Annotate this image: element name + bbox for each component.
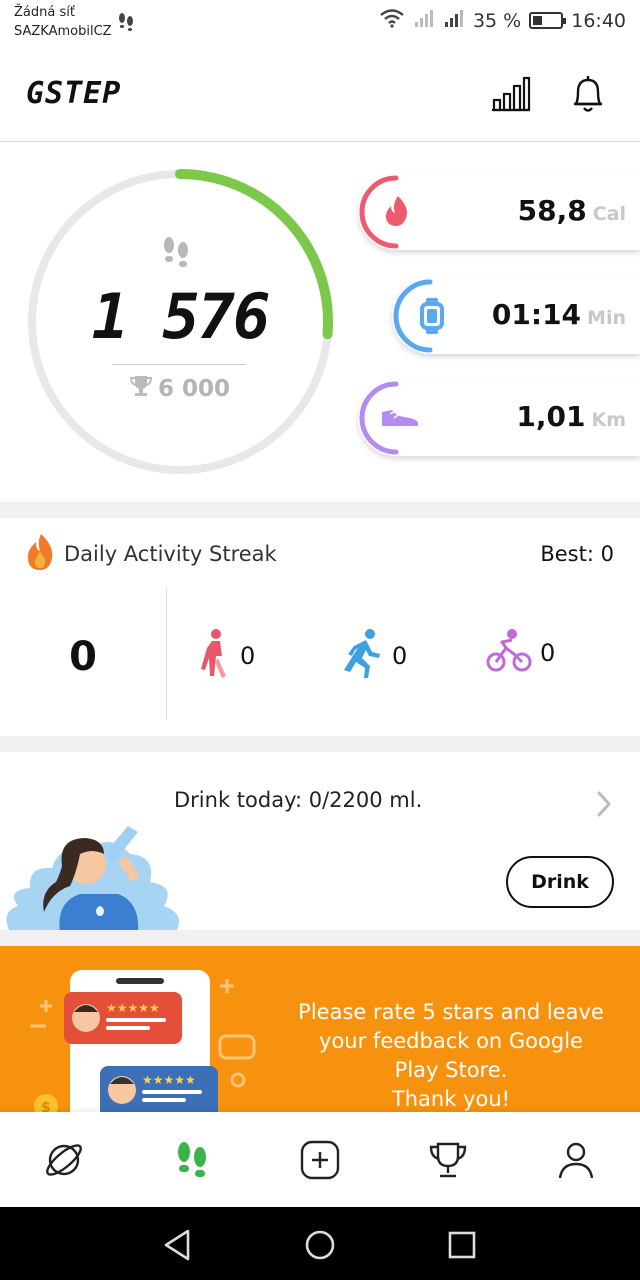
- steps-card: 1 576 6 000 58,8 Cal 01:14 Min 1,01 Km: [0, 142, 640, 502]
- step-goal-value: 6 000: [157, 376, 231, 402]
- footsteps-status-icon: [118, 12, 134, 36]
- clock: 16:40: [571, 9, 626, 32]
- cycling-icon: [486, 628, 532, 678]
- cycling-streak: 0: [486, 628, 555, 678]
- battery-percent: 35 %: [472, 9, 522, 32]
- duration-unit: Min: [587, 307, 626, 329]
- step-divider: [112, 364, 246, 365]
- streak-card[interactable]: Daily Activity Streak Best: 0 0 0 0 0: [0, 518, 640, 736]
- running-streak: 0: [340, 628, 407, 684]
- streak-best-label: Best: [540, 542, 587, 566]
- distance-ring: [359, 381, 418, 455]
- app-logo: GSTEP: [26, 76, 122, 111]
- rate-app-line-2: your feedback on Google: [319, 1029, 583, 1053]
- distance-metric[interactable]: 1,01 Km: [358, 380, 640, 456]
- streak-flame-icon: [24, 532, 56, 576]
- duration-ring: [393, 279, 444, 353]
- recents-icon[interactable]: [442, 1225, 482, 1265]
- signal-off-icon: [413, 8, 435, 33]
- streak-title: Daily Activity Streak: [64, 542, 277, 566]
- trophy-icon: [129, 374, 152, 404]
- add-icon[interactable]: [298, 1138, 342, 1182]
- streak-divider: [166, 588, 167, 720]
- step-goal: 6 000: [20, 374, 340, 404]
- drinking-girl-illustration: [6, 826, 179, 930]
- drink-button[interactable]: Drink: [506, 856, 614, 908]
- walking-icon: [198, 628, 232, 684]
- explore-icon[interactable]: [42, 1138, 86, 1182]
- bottom-nav: [0, 1112, 640, 1207]
- rate-app-line-4: Thank you!: [391, 1087, 511, 1111]
- battery-level: [533, 16, 543, 25]
- streak-current: 0: [69, 634, 97, 680]
- network-status: Žádná síť: [14, 5, 75, 20]
- app-screen: Žádná síť SAZKAmobilCZ 35 % 16:40 GSTEP: [0, 0, 640, 1280]
- shoe-icon: [382, 410, 418, 426]
- steps-icon[interactable]: [170, 1138, 214, 1182]
- status-bar: Žádná síť SAZKAmobilCZ 35 % 16:40: [0, 0, 640, 46]
- calories-value: 58,8: [517, 194, 587, 227]
- walking-streak: 0: [198, 628, 255, 684]
- calories-unit: Cal: [592, 203, 626, 225]
- carrier-info: Žádná síť SAZKAmobilCZ: [14, 3, 112, 41]
- rate-app-line-1: Please rate 5 stars and leave: [298, 1000, 604, 1024]
- flame-icon: [385, 196, 407, 226]
- running-count: 0: [392, 642, 408, 670]
- profile-icon[interactable]: [554, 1138, 598, 1182]
- drink-label: Drink today: [174, 788, 295, 812]
- svg-text:$: $: [41, 1100, 51, 1112]
- streak-best: Best: 0: [540, 542, 614, 566]
- duration-metric[interactable]: 01:14 Min: [392, 278, 640, 354]
- streak-best-value: 0: [600, 542, 614, 566]
- distance-value-line: 1,01 Km: [516, 400, 640, 433]
- watch-icon: [420, 298, 444, 334]
- wifi-icon: [379, 8, 405, 33]
- cycling-count: 0: [540, 639, 556, 667]
- calories-metric[interactable]: 58,8 Cal: [358, 174, 640, 250]
- rate-app-line-3: Play Store.: [394, 1058, 508, 1082]
- rate-app-text: Please rate 5 stars and leave your feedb…: [268, 998, 634, 1112]
- duration-value: 01:14: [491, 298, 582, 331]
- distance-unit: Km: [591, 409, 626, 431]
- calories-value-line: 58,8 Cal: [518, 194, 640, 227]
- bar-chart-icon[interactable]: [488, 72, 532, 116]
- home-icon[interactable]: [300, 1225, 340, 1265]
- system-nav-bar: [0, 1207, 640, 1280]
- status-right: 35 % 16:40: [379, 8, 626, 33]
- rate-app-banner[interactable]: ★★★★★ ★★★★★ $ Please rate 5 stars and le…: [0, 946, 640, 1112]
- chevron-right-icon[interactable]: [596, 790, 612, 822]
- reviews-illustration: ★★★★★ ★★★★★ $: [30, 970, 256, 1112]
- trophy-icon[interactable]: [426, 1138, 470, 1182]
- drink-today-text: Drink today: 0/2200 ml.: [174, 788, 423, 812]
- duration-value-line: 01:14 Min: [492, 298, 640, 331]
- battery-icon: [529, 12, 567, 29]
- walking-count: 0: [240, 642, 256, 670]
- distance-value: 1,01: [516, 400, 586, 433]
- svg-text:★★★★★: ★★★★★: [142, 1073, 196, 1087]
- back-icon[interactable]: [158, 1225, 198, 1265]
- step-count: 1 576: [91, 280, 271, 353]
- carrier-name: SAZKAmobilCZ: [14, 24, 112, 39]
- app-header: GSTEP: [0, 46, 640, 142]
- footsteps-icon: [160, 236, 192, 276]
- drink-card[interactable]: Drink today: 0/2200 ml. Drink: [0, 752, 640, 930]
- calories-ring: [359, 175, 407, 249]
- drink-amount: 0/2200 ml.: [308, 788, 423, 812]
- signal-icon: [443, 8, 465, 33]
- svg-text:★★★★★: ★★★★★: [106, 1001, 160, 1015]
- bell-icon[interactable]: [566, 72, 610, 116]
- running-icon: [340, 628, 384, 684]
